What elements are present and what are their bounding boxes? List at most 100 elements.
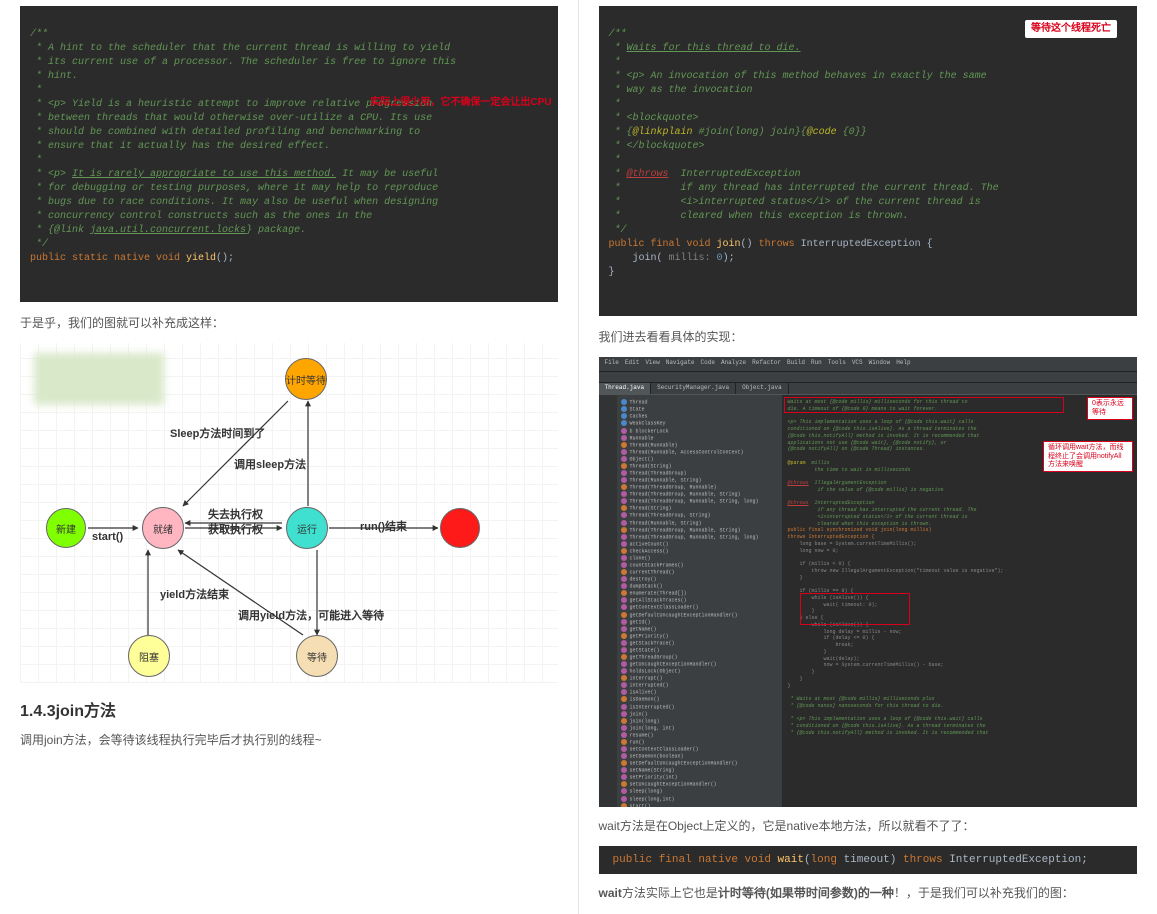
tree-item[interactable]: Thread(Runnable, String) [621,477,778,484]
ide-editor[interactable]: Waits at most {@code millis} millisecond… [782,395,1138,807]
tree-item[interactable]: Thread(ThreadGroup, Runnable, String) [621,527,778,534]
menu-window[interactable]: Window [869,359,891,369]
menu-file[interactable]: File [605,359,619,369]
tab-securitymanager-java[interactable]: SecurityManager.java [651,383,736,394]
menu-navigate[interactable]: Navigate [666,359,695,369]
tree-item[interactable]: Thread(ThreadGroup, Runnable, String, lo… [621,534,778,541]
menu-tools[interactable]: Tools [828,359,846,369]
tree-item[interactable]: getName() [621,626,778,633]
join-javadoc-block: /** * Waits for this thread to die. * * … [599,6,1138,316]
tree-item[interactable]: enumerate(Thread[]) [621,590,778,597]
tree-item[interactable]: getState() [621,647,778,654]
menu-help[interactable]: Help [896,359,910,369]
annot-loop: 循环调用wait方法，而线程终止了会调用notifyAll方法来唤醒 [1043,441,1133,472]
tree-item[interactable]: clone() [621,555,778,562]
tree-item[interactable]: Runnable [621,435,778,442]
tree-item[interactable]: Thread [621,399,778,406]
ide-menubar[interactable]: File Edit View Navigate Code Analyze Refactor B… [599,357,1138,371]
tree-item[interactable]: run() [621,739,778,746]
tree-item[interactable]: getAllStackTraces() [621,597,778,604]
annot-zero: 0表示永远等待 [1087,397,1133,420]
wait-signature-block: public final native void wait(long timeo… [599,846,1138,874]
blurred-region [34,353,164,405]
tree-item[interactable]: dumpStack() [621,583,778,590]
ide-toolbar[interactable] [599,371,1138,383]
tree-item[interactable]: Object() [621,456,778,463]
tree-item[interactable]: b blockerLock [621,428,778,435]
tree-item[interactable]: Thread(String) [621,505,778,512]
tree-item[interactable]: setPriority(int) [621,774,778,781]
annot-yield: 实际上很少用，它不确保一定会让出CPU [370,96,551,110]
lbl-callyield: 调用yield方法，可能进入等待 [238,607,384,623]
tree-item[interactable]: Thread(Runnable, AccessControlContext) [621,449,778,456]
para-join-desc: 调用join方法，会等待该线程执行完毕后才执行别的线程~ [20,731,558,750]
tree-item[interactable]: setContextClassLoader() [621,746,778,753]
node-new: 新建 [46,508,86,548]
tree-item[interactable]: countStackFrames() [621,562,778,569]
menu-view[interactable]: View [645,359,659,369]
tree-item[interactable]: sleep(long) [621,788,778,795]
tree-item[interactable]: sleep(long,int) [621,796,778,803]
lbl-sleep-end: Sleep方法时间到了 [170,425,265,441]
tree-item[interactable]: checkAccess() [621,548,778,555]
tree-item[interactable]: getId() [621,619,778,626]
tree-item[interactable]: isAlive() [621,689,778,696]
state-diagram: 新建 就绪 运行 死亡 计时等待 阻塞 等待 start() Sleep方法时间… [20,343,558,683]
tree-item[interactable]: getUncaughtExceptionHandler() [621,661,778,668]
ide-structure-tree[interactable]: ThreadStateCachesWeakClassKeyb blockerLo… [617,395,782,807]
para-diagram-intro: 于是乎，我们的图就可以补充成这样： [20,314,558,333]
tab-thread-java[interactable]: Thread.java [599,383,652,394]
menu-code[interactable]: Code [701,359,715,369]
tree-item[interactable]: getDefaultUncaughtExceptionHandler() [621,612,778,619]
tree-item[interactable]: Thread(ThreadGroup, String) [621,512,778,519]
menu-edit[interactable]: Edit [625,359,639,369]
yield-javadoc-block: /** * A hint to the scheduler that the c… [20,6,558,302]
tree-item[interactable]: setUncaughtExceptionHandler() [621,781,778,788]
tree-item[interactable]: resume() [621,732,778,739]
node-timed: 计时等待 [285,358,327,400]
menu-vcs[interactable]: VCS [852,359,863,369]
tree-item[interactable]: Thread(ThreadGroup, Runnable, String) [621,491,778,498]
tree-item[interactable]: getPriority() [621,633,778,640]
tree-item[interactable]: WeakClassKey [621,420,778,427]
tree-item[interactable]: destroy() [621,576,778,583]
lbl-start: start() [92,531,123,543]
heading-join: 1.4.3join方法 [20,697,558,721]
node-wait: 等待 [296,635,338,677]
tree-item[interactable]: isDaemon() [621,696,778,703]
lbl-lose: 失去执行权 [208,506,263,522]
tree-item[interactable]: Thread(Runnable, String) [621,520,778,527]
tree-item[interactable]: join() [621,711,778,718]
ide-tabs[interactable]: Thread.javaSecurityManager.javaObject.ja… [599,383,1138,395]
tree-item[interactable]: setDaemon(boolean) [621,753,778,760]
tree-item[interactable]: Thread(ThreadGroup) [621,470,778,477]
annot-wait-die: 等待这个线程死亡 [1025,20,1117,38]
menu-build[interactable]: Build [787,359,805,369]
tree-item[interactable]: getStackTrace() [621,640,778,647]
highlight-box-top [784,397,1064,413]
tree-item[interactable]: Caches [621,413,778,420]
menu-refactor[interactable]: Refactor [752,359,781,369]
menu-analyze[interactable]: Analyze [721,359,746,369]
lbl-get: 获取执行权 [208,521,263,537]
tree-item[interactable]: setName(String) [621,767,778,774]
tree-item[interactable]: Thread(ThreadGroup, Runnable, String, lo… [621,498,778,505]
tree-item[interactable]: State [621,406,778,413]
tab-object-java[interactable]: Object.java [736,383,789,394]
tree-item[interactable]: holdsLock(Object) [621,668,778,675]
tree-item[interactable]: getContextClassLoader() [621,604,778,611]
menu-run[interactable]: Run [811,359,822,369]
tree-item[interactable]: setDefaultUncaughtExceptionHandler() [621,760,778,767]
tree-item[interactable]: interrupted() [621,682,778,689]
tree-item[interactable]: Thread(String) [621,463,778,470]
tree-item[interactable]: Thread(ThreadGroup, Runnable) [621,484,778,491]
tree-item[interactable]: join(long) [621,718,778,725]
tree-item[interactable]: start() [621,803,778,808]
tree-item[interactable]: join(long, int) [621,725,778,732]
tree-item[interactable]: getThreadGroup() [621,654,778,661]
tree-item[interactable]: currentThread() [621,569,778,576]
tree-item[interactable]: activeCount() [621,541,778,548]
tree-item[interactable]: isInterrupted() [621,704,778,711]
tree-item[interactable]: Thread(Runnable) [621,442,778,449]
tree-item[interactable]: interrupt() [621,675,778,682]
